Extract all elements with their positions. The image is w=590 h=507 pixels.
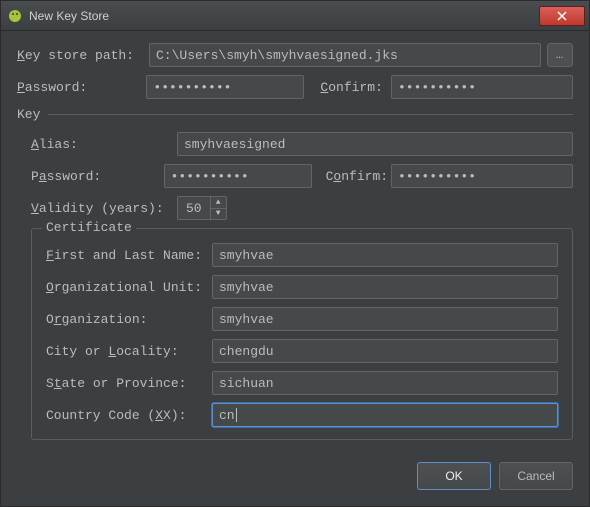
key-password-row: Password: Confirm: [31, 164, 573, 188]
key-group-body: Alias: Password: Confirm: Validity (year… [17, 122, 573, 440]
first-last-label: First and Last Name: [46, 248, 212, 263]
keystore-confirm-input[interactable] [391, 75, 573, 99]
spinner-down-icon[interactable]: ▼ [211, 209, 226, 220]
org-label: Organization: [46, 312, 212, 327]
certificate-group: Certificate First and Last Name: Organiz… [31, 228, 573, 440]
key-confirm-input[interactable] [391, 164, 573, 188]
titlebar: New Key Store [1, 1, 589, 31]
keystore-confirm-label: Confirm: [320, 80, 391, 95]
spinner-up-icon[interactable]: ▲ [211, 197, 226, 209]
key-group-title: Key [17, 107, 40, 122]
button-bar: OK Cancel [1, 450, 589, 490]
cancel-button[interactable]: Cancel [499, 462, 573, 490]
keystore-password-input[interactable] [146, 75, 304, 99]
content: Key store path: … Password: Confirm: Key… [1, 31, 589, 450]
state-row: State or Province: [46, 371, 558, 395]
country-input[interactable]: cn [212, 403, 558, 427]
validity-spinner[interactable]: 50 ▲ ▼ [177, 196, 227, 220]
city-label: City or Locality: [46, 344, 212, 359]
ou-input[interactable] [212, 275, 558, 299]
keystore-path-row: Key store path: … [17, 43, 573, 67]
validity-label: Validity (years): [31, 201, 177, 216]
validity-row: Validity (years): 50 ▲ ▼ [31, 196, 573, 220]
state-label: State or Province: [46, 376, 212, 391]
country-value: cn [219, 408, 235, 423]
state-input[interactable] [212, 371, 558, 395]
close-button[interactable] [539, 6, 585, 26]
key-password-input[interactable] [164, 164, 312, 188]
keystore-path-label: Key store path: [17, 48, 149, 63]
browse-button[interactable]: … [547, 43, 573, 67]
ou-label: Organizational Unit: [46, 280, 212, 295]
key-confirm-label: Confirm: [326, 169, 391, 184]
keystore-path-input[interactable] [149, 43, 541, 67]
org-input[interactable] [212, 307, 558, 331]
city-input[interactable] [212, 339, 558, 363]
separator [48, 114, 573, 115]
window-title: New Key Store [29, 9, 539, 23]
city-row: City or Locality: [46, 339, 558, 363]
ou-row: Organizational Unit: [46, 275, 558, 299]
key-group-header: Key [17, 107, 573, 122]
country-row: Country Code (XX): cn [46, 403, 558, 427]
text-cursor [236, 408, 237, 422]
app-icon [7, 8, 23, 24]
org-row: Organization: [46, 307, 558, 331]
keystore-password-label: Password: [17, 80, 146, 95]
key-password-label: Password: [31, 169, 164, 184]
first-last-input[interactable] [212, 243, 558, 267]
alias-label: Alias: [31, 137, 177, 152]
alias-input[interactable] [177, 132, 573, 156]
keystore-password-row: Password: Confirm: [17, 75, 573, 99]
ok-button[interactable]: OK [417, 462, 491, 490]
first-last-row: First and Last Name: [46, 243, 558, 267]
country-label: Country Code (XX): [46, 408, 212, 423]
alias-row: Alias: [31, 132, 573, 156]
certificate-group-title: Certificate [42, 220, 136, 235]
validity-value: 50 [178, 201, 210, 216]
